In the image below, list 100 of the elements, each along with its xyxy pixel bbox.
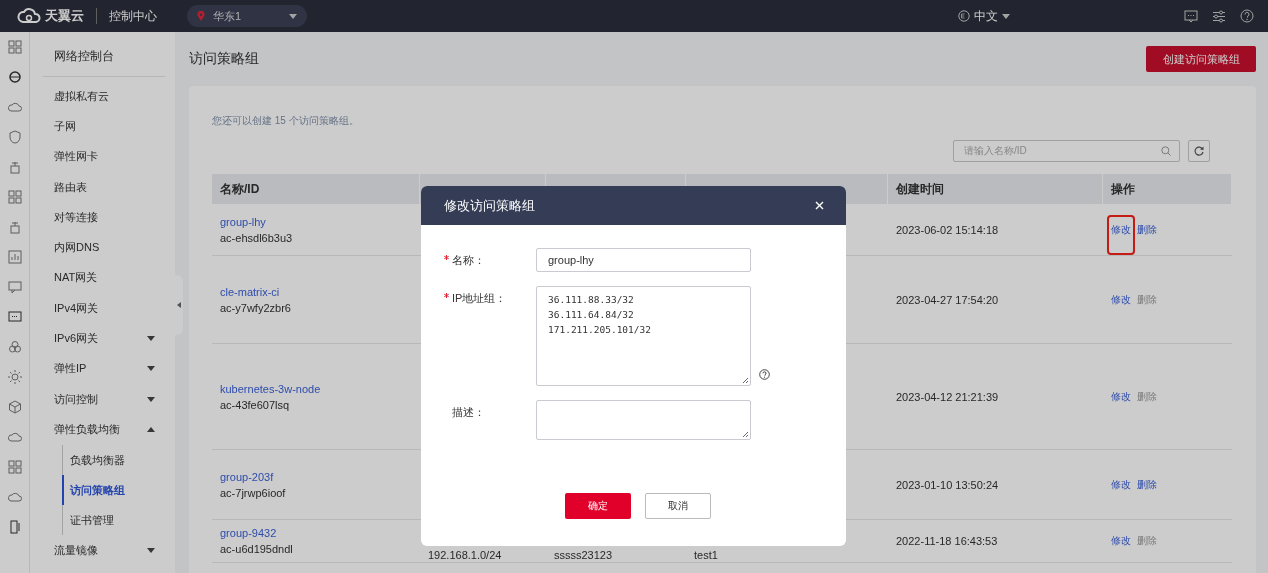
caret-icon xyxy=(147,426,155,432)
table-cell-text: ac-ehsdl6b3u3 xyxy=(220,231,294,244)
table-cell-text: 2023-04-12 21:21:39 xyxy=(896,390,1000,403)
caret-icon xyxy=(147,548,155,554)
table-cell-text: ac-y7wfy2zbr6 xyxy=(220,301,292,314)
cloud-icon[interactable] xyxy=(7,430,22,444)
logo-text: 天翼云 xyxy=(45,7,84,25)
cube-icon[interactable] xyxy=(7,400,22,414)
delete-link[interactable]: 删除 xyxy=(1137,222,1157,237)
column-header: 操作 xyxy=(1103,174,1232,204)
grid-icon[interactable] xyxy=(7,190,22,204)
table-cell-text: ac-u6d195dndl xyxy=(220,543,294,555)
cancel-button[interactable]: 取消 xyxy=(645,493,711,519)
region-selector[interactable]: 华东1 xyxy=(187,5,307,27)
search-icon xyxy=(1161,146,1171,156)
name-link[interactable]: cle-matrix-ci xyxy=(220,285,420,298)
name-link[interactable]: group-9432 xyxy=(220,527,420,539)
caret-icon xyxy=(147,366,155,372)
circles-icon[interactable] xyxy=(7,340,22,354)
sidebar-item[interactable]: 内网DNS xyxy=(43,232,175,263)
grid-icon[interactable] xyxy=(7,460,22,474)
table-cell-text: sssss23123 xyxy=(554,549,614,561)
delete-link: 删除 xyxy=(1137,389,1157,404)
globe-icon xyxy=(958,10,970,22)
sidebar-item[interactable]: 访问控制 xyxy=(43,383,175,415)
edit-link[interactable]: 修改 xyxy=(1109,216,1133,253)
sidebar-item[interactable]: NAT网关 xyxy=(43,262,175,294)
refresh-icon xyxy=(1194,146,1204,156)
name-link[interactable]: kubernetes-3w-node xyxy=(220,382,420,395)
name-link[interactable]: group-203f xyxy=(220,470,420,483)
sidebar-item[interactable]: IPv4网关 xyxy=(43,293,175,324)
sidebar-item[interactable]: 弹性IP xyxy=(43,353,175,384)
dialog-title: 修改访问策略组 xyxy=(444,196,535,215)
sun-icon[interactable] xyxy=(7,370,22,384)
shield-icon[interactable] xyxy=(7,130,22,144)
cloud-icon xyxy=(16,8,42,24)
page-title: 访问策略组 xyxy=(189,50,259,68)
sidebar-item[interactable]: 弹性网卡 xyxy=(43,141,175,172)
sidebar-item[interactable]: 流量镜像 xyxy=(43,535,175,566)
sidebar-subitem[interactable]: 证书管理 xyxy=(62,505,175,536)
sidebar-item[interactable]: 路由表 xyxy=(43,171,175,203)
table-cell-text: 192.168.1.0/24 xyxy=(428,549,503,561)
device-icon[interactable] xyxy=(7,520,22,534)
field-label: 描述： xyxy=(452,405,485,420)
table-cell-text: 2023-01-10 13:50:24 xyxy=(896,478,1000,491)
chart-icon[interactable] xyxy=(7,250,22,264)
delete-link: 删除 xyxy=(1137,534,1157,548)
sidebar-item[interactable]: IPv6网关 xyxy=(43,323,175,354)
cloud-icon[interactable] xyxy=(7,490,22,504)
edit-link[interactable]: 修改 xyxy=(1111,292,1131,307)
grid-icon[interactable] xyxy=(7,40,22,54)
edit-link[interactable]: 修改 xyxy=(1111,389,1131,404)
sidebar-item[interactable]: 子网 xyxy=(43,111,175,142)
collapse-arrow-icon[interactable] xyxy=(177,302,181,308)
edit-link[interactable]: 修改 xyxy=(1111,534,1131,548)
column-header: 创建时间 xyxy=(888,174,1103,204)
screen-icon[interactable] xyxy=(7,310,22,324)
ip-address-field[interactable]: 36.111.88.33/32 36.111.64.84/32 171.211.205.101/32 xyxy=(536,286,751,386)
sidebar-title: 网络控制台 xyxy=(53,48,115,65)
caret-icon xyxy=(1002,13,1010,19)
settings-sliders-icon[interactable] xyxy=(1212,9,1226,23)
location-pin-icon xyxy=(197,11,205,21)
caret-icon xyxy=(147,336,155,341)
router-icon[interactable] xyxy=(7,220,22,234)
refresh-button[interactable] xyxy=(1188,140,1210,162)
close-button[interactable] xyxy=(813,199,826,212)
delete-link: 删除 xyxy=(1137,292,1157,307)
field-label: 名称： xyxy=(452,253,485,268)
column-header: 名称/ID xyxy=(212,174,420,204)
help-icon[interactable] xyxy=(759,369,770,380)
name-link[interactable]: group-lhy xyxy=(220,215,420,228)
console-title: 控制中心 xyxy=(109,7,157,25)
sidebar-item[interactable]: 弹性负载均衡 xyxy=(43,414,175,445)
message-icon[interactable] xyxy=(1184,9,1198,23)
delete-link[interactable]: 删除 xyxy=(1137,477,1157,492)
confirm-button[interactable]: 确定 xyxy=(565,493,631,519)
edit-link[interactable]: 修改 xyxy=(1111,477,1131,492)
table-cell-text: ac-7jrwp6ioof xyxy=(220,486,287,499)
quota-hint: 您还可以创建 15 个访问策略组。 xyxy=(212,114,360,128)
cloud-icon[interactable] xyxy=(7,100,22,114)
table-cell-text: test1 xyxy=(694,549,719,561)
table-cell-text: 2023-04-27 17:54:20 xyxy=(896,293,1000,306)
create-button[interactable]: 创建访问策略组 xyxy=(1146,46,1256,72)
sidebar-item[interactable]: 对等连接 xyxy=(43,202,175,233)
field-label: IP地址组： xyxy=(452,291,507,306)
language-selector[interactable]: 中文 xyxy=(958,7,1010,25)
table-cell-text: ac-43fe607lsq xyxy=(220,398,291,411)
sidebar-subitem[interactable]: 负载均衡器 xyxy=(62,444,175,475)
close-icon xyxy=(815,201,824,210)
resize-grip-icon xyxy=(742,431,749,438)
router-icon[interactable] xyxy=(7,160,22,174)
description-field[interactable] xyxy=(536,400,751,440)
caret-icon xyxy=(147,396,155,402)
chat-icon[interactable] xyxy=(7,280,22,294)
name-field[interactable]: group-lhy xyxy=(536,248,751,272)
network-icon[interactable] xyxy=(7,70,22,84)
sidebar-item[interactable]: 虚拟私有云 xyxy=(43,81,175,112)
table-cell-text: 2023-06-02 15:14:18 xyxy=(896,223,1000,236)
resize-grip-icon xyxy=(742,377,749,384)
table-cell-text: 2022-11-18 16:43:53 xyxy=(896,535,999,547)
